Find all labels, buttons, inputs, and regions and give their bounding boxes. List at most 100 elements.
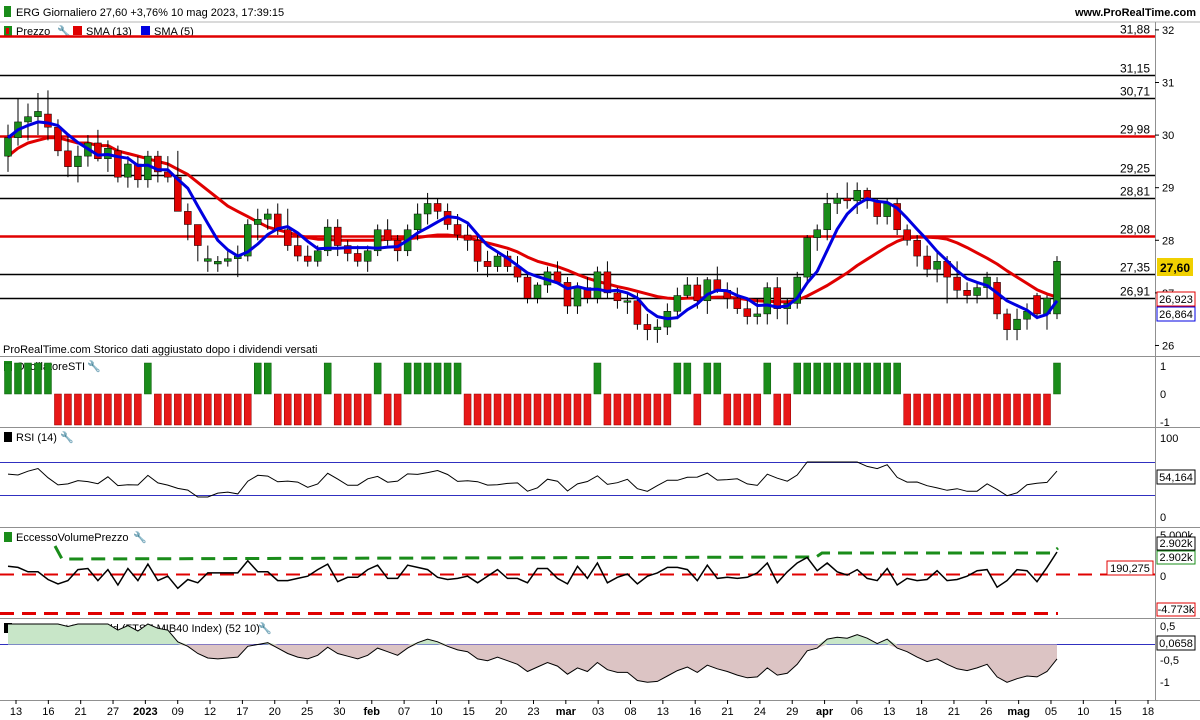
x-tick-label: 17	[236, 706, 248, 718]
x-tick-label: 13	[10, 706, 22, 718]
sti-bar-positive	[833, 362, 841, 395]
x-tick-label: 03	[592, 706, 604, 718]
candle-down	[333, 226, 342, 246]
sti-bar-negative	[134, 393, 142, 426]
x-tick-label: 23	[527, 706, 539, 718]
x-tick-label: 13	[657, 706, 669, 718]
candle-up	[673, 295, 682, 312]
price-tick-label: 30	[1162, 130, 1174, 142]
evp-label: EccessoVolumePrezzo	[16, 532, 129, 544]
sti-bar-negative	[903, 393, 911, 426]
candle-up	[124, 163, 132, 178]
x-tick-label: 25	[301, 706, 313, 718]
candle-up	[363, 250, 372, 262]
candlestick-icon-inner	[6, 28, 9, 34]
sti-bar-negative	[1033, 393, 1041, 426]
candle-up	[973, 287, 981, 296]
sti-bar-negative	[733, 393, 742, 426]
evp-lower-label: -4.773k	[1158, 604, 1195, 616]
sti-bar-negative	[343, 393, 352, 426]
sti-bar-negative	[363, 393, 372, 426]
sti-bar-negative	[174, 393, 182, 426]
candle-up	[423, 203, 432, 215]
sti-bar-negative	[623, 393, 632, 426]
candle-up	[933, 261, 941, 270]
sti-bar-negative	[1043, 393, 1051, 426]
sti-tick-top: 1	[1160, 361, 1166, 373]
sti-bar-negative	[74, 393, 82, 426]
chart-title: ERG Giornaliero 27,60 +3,76% 10 mag 2023…	[16, 7, 284, 19]
x-tick-label: 18	[915, 706, 927, 718]
x-tick-label: 18	[1142, 706, 1154, 718]
wrench-icon[interactable]: 🔧	[258, 621, 272, 635]
evp-upper2-label: 2.902k	[1159, 552, 1193, 564]
wrench-icon[interactable]: 🔧	[60, 430, 74, 444]
sti-bar-positive	[453, 362, 462, 395]
sti-bar-negative	[543, 393, 552, 426]
wrench-icon[interactable]: 🔧	[87, 359, 101, 373]
sti-bar-negative	[1023, 393, 1031, 426]
mansfield-value-label: 0,0658	[1159, 638, 1193, 650]
sti-bar-negative	[124, 393, 132, 426]
sti-bar-positive	[264, 362, 272, 395]
sti-bar-negative	[933, 393, 941, 426]
candle-up	[254, 218, 262, 225]
sti-bar-positive	[863, 362, 871, 395]
candle-down	[903, 229, 911, 241]
x-tick-label: 10	[1077, 706, 1089, 718]
sti-bar-negative	[393, 393, 402, 426]
sti-bar-negative	[913, 393, 921, 426]
sti-bar-negative	[573, 393, 582, 426]
data-note: ProRealTime.com Storico dati aggiustato …	[3, 344, 317, 356]
sti-bar-negative	[154, 393, 162, 426]
sti-bar-positive	[853, 362, 861, 395]
sti-bar-positive	[44, 362, 52, 395]
sti-bar-positive	[683, 362, 692, 395]
sti-bar-positive	[843, 362, 851, 395]
sti-bar-negative	[773, 393, 782, 426]
candle-down	[64, 150, 72, 167]
candle-down	[303, 255, 312, 262]
sti-bar-positive	[24, 362, 32, 395]
candle-down	[913, 240, 921, 257]
x-tick-label: mag	[1007, 706, 1030, 718]
candle-down	[743, 308, 752, 317]
x-tick-label: apr	[816, 706, 834, 718]
wrench-icon[interactable]: 🔧	[133, 530, 147, 544]
candle-up	[823, 203, 831, 231]
x-tick-label: 06	[851, 706, 863, 718]
sti-bar-negative	[553, 393, 562, 426]
rsi-label: RSI (14)	[16, 432, 57, 444]
candle-down	[433, 203, 442, 212]
candle-down	[523, 276, 532, 299]
level-label: 31,88	[1120, 23, 1150, 37]
chart: ERG Giornaliero 27,60 +3,76% 10 mag 2023…	[0, 0, 1200, 720]
candle-up	[593, 271, 602, 299]
rsi-tick-bottom: 0	[1160, 512, 1166, 524]
candle-down	[613, 292, 622, 302]
candle-up	[144, 155, 152, 181]
last-price-label: 27,60	[1160, 261, 1190, 275]
candle-up	[74, 155, 82, 167]
candle-down	[993, 282, 1001, 315]
x-tick-label: 21	[948, 706, 960, 718]
price-tick-label: 29	[1162, 183, 1174, 195]
candle-up	[813, 229, 821, 238]
sti-bar-negative	[84, 393, 92, 426]
candle-down	[713, 279, 722, 291]
candle-down	[453, 224, 462, 236]
sti-bar-negative	[643, 393, 652, 426]
sti-bar-positive	[373, 362, 382, 395]
x-tick-label: 10	[430, 706, 442, 718]
sti-bar-positive	[713, 362, 722, 395]
sti-bar-negative	[383, 393, 392, 426]
sti-bar-positive	[144, 362, 152, 395]
sti-bar-positive	[823, 362, 831, 395]
candle-down	[383, 229, 392, 241]
sti-bar-negative	[583, 393, 592, 426]
evp-tick-zero: 0	[1160, 571, 1166, 583]
sti-bar-positive	[893, 362, 901, 395]
mansfield-tick-m1: -1	[1160, 677, 1170, 689]
sti-bar-negative	[1003, 393, 1011, 426]
level-label: 30,71	[1120, 85, 1150, 99]
